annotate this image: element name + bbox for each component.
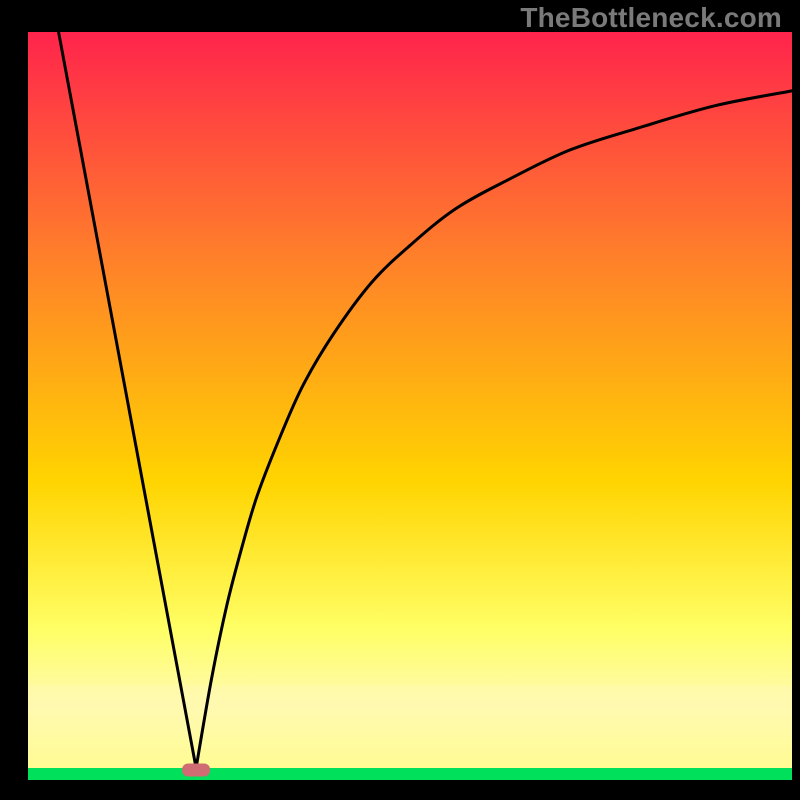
minimum-marker <box>182 764 210 777</box>
plot-area <box>28 32 792 780</box>
bottleneck-chart <box>0 0 800 800</box>
chart-frame: TheBottleneck.com <box>0 0 800 800</box>
lower-band <box>28 686 792 768</box>
green-baseline <box>28 768 792 780</box>
watermark-text: TheBottleneck.com <box>520 2 782 34</box>
